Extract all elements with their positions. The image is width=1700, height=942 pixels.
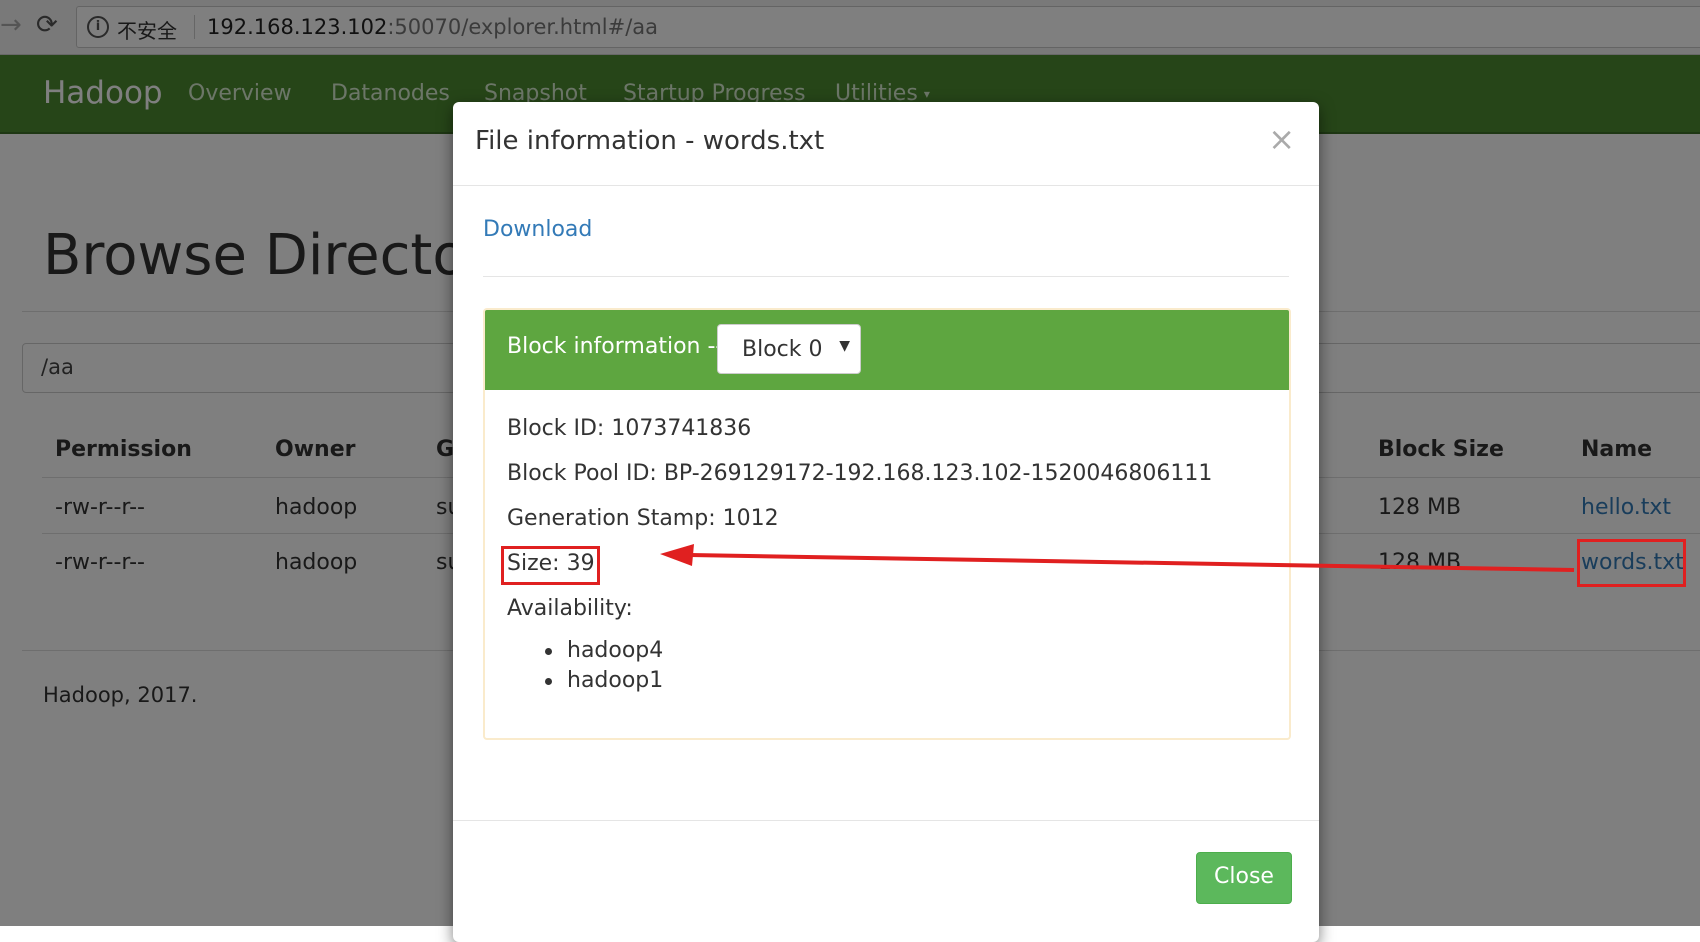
annotation-arrow-head — [660, 544, 694, 566]
annotation-arrow-icon — [660, 544, 1575, 572]
annotation-arrow-line — [689, 553, 1575, 572]
